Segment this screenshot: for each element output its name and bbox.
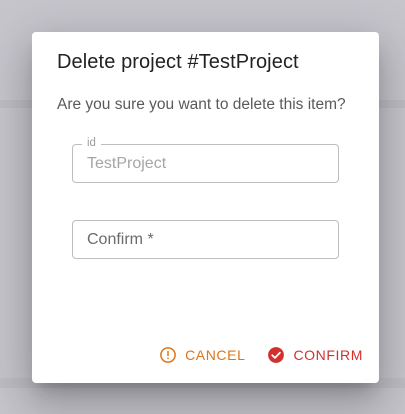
confirm-field: Confirm * <box>72 220 339 259</box>
confirm-input[interactable] <box>73 221 338 258</box>
confirm-button-label: CONFIRM <box>293 347 363 363</box>
id-field: id TestProject <box>72 136 339 183</box>
id-field-value: TestProject <box>87 155 167 172</box>
dialog-message: Are you sure you want to delete this ite… <box>57 96 346 113</box>
cancel-button-label: CANCEL <box>185 347 246 363</box>
check-circle-icon <box>268 347 285 363</box>
confirm-button[interactable]: CONFIRM <box>267 346 363 364</box>
dialog-title: Delete project #TestProject <box>57 51 299 73</box>
alert-circle-icon <box>160 347 176 363</box>
id-field-label: id <box>82 136 101 150</box>
delete-project-dialog: Delete project #TestProject Are you sure… <box>32 32 379 383</box>
cancel-button[interactable]: CANCEL <box>159 346 245 364</box>
dialog-actions: CANCEL CONFIRM <box>159 346 363 364</box>
